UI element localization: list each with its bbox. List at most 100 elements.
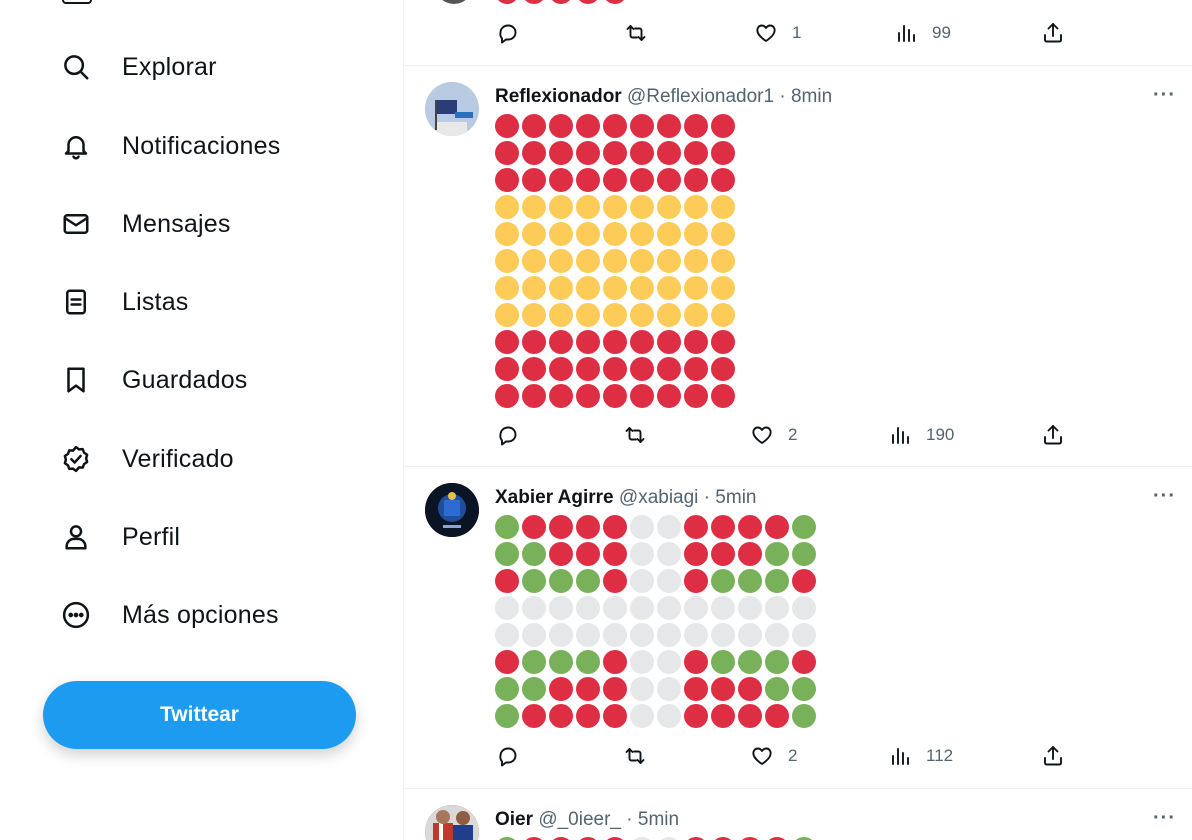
emoji-circle <box>495 677 519 701</box>
emoji-circle <box>711 596 735 620</box>
retweet-button[interactable] <box>623 744 647 768</box>
more-options-icon[interactable]: ··· <box>1153 485 1176 508</box>
sidebar: Explorar Notificaciones Mensajes Listas … <box>0 0 403 840</box>
author-name[interactable]: Reflexionador <box>495 86 622 107</box>
emoji-circle <box>684 195 708 219</box>
emoji-circle <box>657 249 681 273</box>
nav-item-mensajes[interactable]: Mensajes <box>58 199 231 249</box>
author-handle[interactable]: @_0ieer_ <box>538 809 621 830</box>
emoji-circle <box>765 623 789 647</box>
emoji-circle <box>495 596 519 620</box>
emoji-circle <box>684 569 708 593</box>
retweet-button[interactable] <box>624 21 648 45</box>
bookmark-icon <box>58 362 94 398</box>
nav-item-verificado[interactable]: Verificado <box>58 434 234 484</box>
author-handle[interactable]: @xabiagi <box>619 487 699 508</box>
emoji-circle <box>684 168 708 192</box>
reply-button[interactable] <box>496 423 520 447</box>
meta-separator: · <box>779 86 786 107</box>
avatar[interactable] <box>435 0 473 4</box>
emoji-circle <box>657 195 681 219</box>
reply-button[interactable] <box>496 21 520 45</box>
tweet-time[interactable]: 5min <box>638 809 679 830</box>
emoji-circle <box>630 596 654 620</box>
share-button[interactable] <box>1041 423 1065 447</box>
emoji-circle <box>576 195 600 219</box>
emoji-circle <box>549 704 573 728</box>
share-button[interactable] <box>1041 744 1065 768</box>
nav-item-notificaciones[interactable]: Notificaciones <box>58 121 280 171</box>
views-button[interactable]: 190 <box>888 423 954 447</box>
tweet[interactable]: Oier @_0ieer_ · 5min ··· <box>404 789 1192 840</box>
emoji-circle <box>711 222 735 246</box>
view-count: 112 <box>926 746 954 765</box>
avatar[interactable] <box>425 483 479 537</box>
emoji-circle <box>738 542 762 566</box>
emoji-circle <box>522 330 546 354</box>
tweet-actions: 2 112 <box>404 744 1192 774</box>
nav-label: Explorar <box>122 52 217 81</box>
views-button[interactable]: 99 <box>894 21 951 45</box>
emoji-circle <box>630 195 654 219</box>
like-button[interactable]: 1 <box>754 21 801 45</box>
author-handle[interactable]: @Reflexionador1 <box>627 86 774 107</box>
emoji-circle <box>630 569 654 593</box>
emoji-circle <box>576 168 600 192</box>
emoji-circle <box>738 569 762 593</box>
tweet[interactable]: Xabier Agirre @xabiagi · 5min ··· 2 112 <box>404 467 1192 788</box>
heart-icon <box>752 747 772 765</box>
retweet-button[interactable] <box>623 423 647 447</box>
tweet-time[interactable]: 5min <box>715 487 756 508</box>
nav-label: Notificaciones <box>122 131 281 160</box>
author-name[interactable]: Oier <box>495 809 533 830</box>
emoji-circle <box>495 515 519 539</box>
emoji-circle <box>576 303 600 327</box>
nav-item-explorar[interactable]: Explorar <box>58 42 217 92</box>
avatar[interactable] <box>425 82 479 136</box>
emoji-circle <box>630 704 654 728</box>
emoji-circle <box>495 542 519 566</box>
emoji-circle <box>576 141 600 165</box>
emoji-circle <box>711 276 735 300</box>
emoji-circle <box>630 222 654 246</box>
reply-button[interactable] <box>496 744 520 768</box>
emoji-circle <box>603 677 627 701</box>
emoji-circle <box>630 249 654 273</box>
nav-item-mas-opciones[interactable]: Más opciones <box>58 590 279 640</box>
nav-item-perfil[interactable]: Perfil <box>58 512 180 562</box>
emoji-circle <box>522 276 546 300</box>
emoji-circle <box>738 596 762 620</box>
emoji-circle <box>630 542 654 566</box>
emoji-circle <box>711 677 735 701</box>
emoji-grid <box>495 515 825 735</box>
tweet[interactable]: Reflexionador @Reflexionador1 · 8min ···… <box>404 66 1192 466</box>
nav-label: Más opciones <box>122 600 279 629</box>
emoji-circle <box>522 677 546 701</box>
emoji-circle <box>576 677 600 701</box>
home-icon[interactable] <box>62 0 92 4</box>
emoji-circle <box>495 168 519 192</box>
tweet-time[interactable]: 8min <box>791 86 832 107</box>
tweet-button[interactable]: Twittear <box>43 681 356 749</box>
emoji-circle <box>549 569 573 593</box>
more-options-icon[interactable]: ··· <box>1153 807 1176 830</box>
emoji-circle <box>657 569 681 593</box>
emoji-circle <box>711 542 735 566</box>
nav-item-listas[interactable]: Listas <box>58 277 189 327</box>
like-button[interactable]: 2 <box>750 423 797 447</box>
emoji-circle <box>522 168 546 192</box>
emoji-circle <box>576 650 600 674</box>
emoji-circle <box>549 141 573 165</box>
author-name[interactable]: Xabier Agirre <box>495 487 614 508</box>
avatar[interactable] <box>425 805 479 840</box>
more-options-icon[interactable]: ··· <box>1153 84 1176 107</box>
emoji-circle <box>603 515 627 539</box>
tweet-header: Reflexionador @Reflexionador1 · 8min <box>495 86 832 108</box>
view-count: 99 <box>932 23 951 42</box>
like-button[interactable]: 2 <box>750 744 797 768</box>
emoji-circle <box>738 650 762 674</box>
nav-item-guardados[interactable]: Guardados <box>58 355 248 405</box>
views-button[interactable]: 112 <box>888 744 953 768</box>
share-button[interactable] <box>1041 21 1065 45</box>
tweet-partial[interactable]: 1 99 <box>404 0 1192 65</box>
